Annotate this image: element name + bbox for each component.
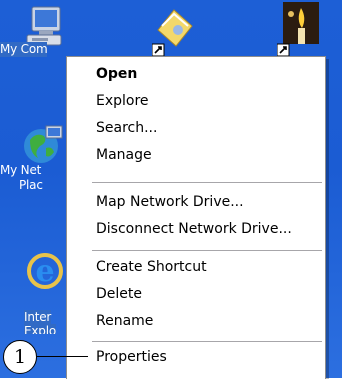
menu-separator [92,250,322,251]
menu-item-explore[interactable]: Explore [96,92,149,110]
menu-item-open[interactable]: Open [96,65,137,83]
my-network-places-label-line1[interactable]: My Net [0,163,41,178]
internet-explorer-label-line1[interactable]: Inter [24,310,51,325]
menu-separator [92,341,322,342]
my-computer-label[interactable]: My Com [0,42,48,57]
menu-item-disconnect-network-drive[interactable]: Disconnect Network Drive... [96,220,292,238]
callout-leader-line [37,356,88,358]
my-network-places-label-line2[interactable]: Plac [19,178,43,193]
menu-item-create-shortcut[interactable]: Create Shortcut [96,258,207,276]
menu-item-manage[interactable]: Manage [96,146,152,164]
menu-item-properties[interactable]: Properties [96,348,167,366]
internet-explorer-label-line2[interactable]: Explo [24,324,56,334]
menu-item-search[interactable]: Search... [96,119,157,137]
shortcut-candle-icon[interactable] [277,0,323,56]
callout-number-badge: 1 [3,340,37,374]
menu-item-rename[interactable]: Rename [96,312,153,330]
menu-separator [92,182,322,183]
my-network-places-icon[interactable] [18,122,64,168]
menu-item-map-network-drive[interactable]: Map Network Drive... [96,193,244,211]
shortcut-folder-icon[interactable] [152,0,198,56]
internet-explorer-icon[interactable]: e [24,250,66,292]
svg-text:e: e [35,254,54,289]
context-menu: Open Explore Search... Manage Map Networ… [66,56,326,379]
menu-item-delete[interactable]: Delete [96,285,142,303]
